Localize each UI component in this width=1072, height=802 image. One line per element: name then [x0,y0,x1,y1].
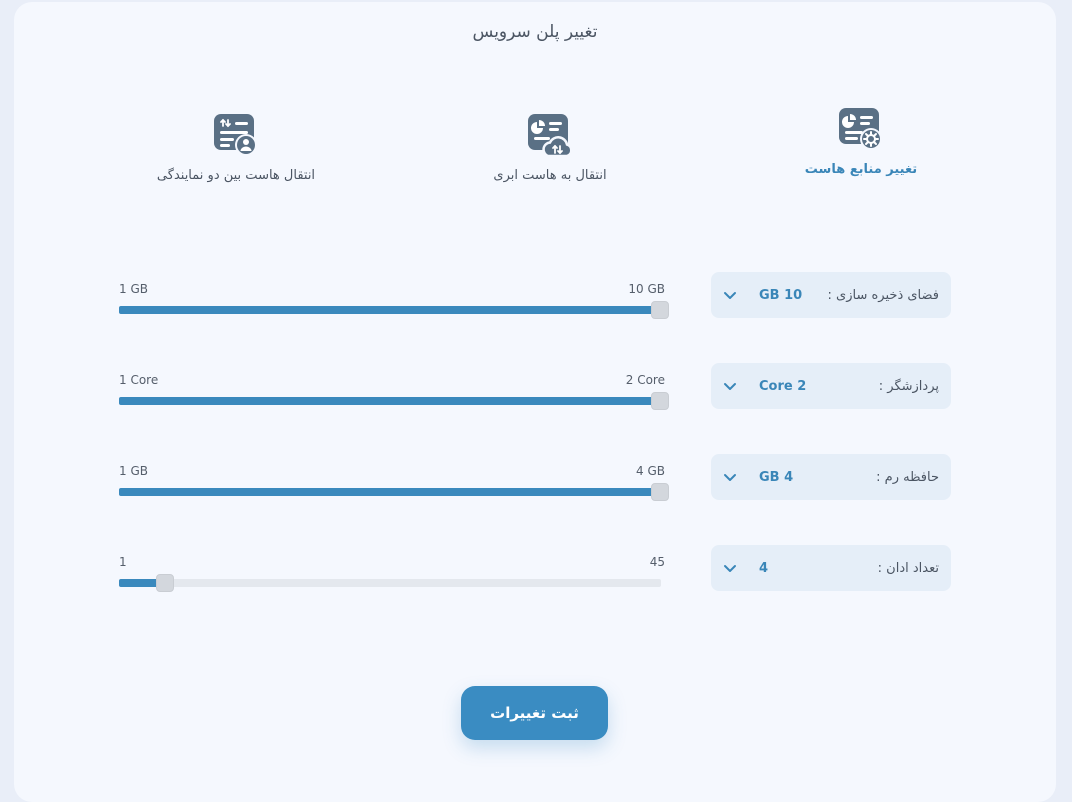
tab-agency-transfer[interactable]: انتقال هاست بین دو نمایندگی [116,112,356,183]
agency-transfer-icon [214,114,257,156]
slider-min-label: 1 GB [119,464,148,478]
slider-track[interactable] [119,392,669,410]
slider-max-label: 10 GB [628,282,665,296]
cpu-slider[interactable]: 1 Core 2 Core [119,373,669,413]
storage-value: 10 GB [759,287,803,303]
chevron-down-icon [724,383,736,390]
cpu-label: پردازشگر : [878,378,939,394]
tab-cloud-transfer[interactable]: انتقال به هاست ابری [430,112,670,183]
cpu-value: 2 Core [759,378,807,394]
addons-value: 4 [759,560,769,576]
slider-handle[interactable] [651,392,669,410]
server-settings-icon [839,108,882,150]
chevron-down-icon [724,565,736,572]
storage-select[interactable]: فضای ذخیره سازی : 10 GB [711,272,951,318]
addons-select[interactable]: تعداد ادان : 4 [711,545,951,591]
slider-fill [119,306,661,314]
slider-track[interactable] [119,483,669,501]
ram-label: حافظه رم : [876,469,939,485]
storage-label: فضای ذخیره سازی : [827,287,939,303]
tab-agency-transfer-label: انتقال هاست بین دو نمایندگی [156,168,316,183]
tab-change-resources-label: تغییر منابع هاست [804,162,918,177]
slider-min-label: 1 GB [119,282,148,296]
main-panel: تغییر پلن سرویس تغییر منابع هاست انتقال … [14,2,1056,802]
slider-max-label: 4 GB [636,464,665,478]
page-title: تغییر پلن سرویس [472,22,598,42]
storage-slider[interactable]: 1 GB 10 GB [119,282,669,322]
slider-fill [119,488,661,496]
addons-slider[interactable]: 1 45 [119,555,665,595]
cpu-select[interactable]: پردازشگر : 2 Core [711,363,951,409]
slider-track[interactable] [119,574,661,592]
slider-min-label: 1 [119,555,127,569]
ram-slider[interactable]: 1 GB 4 GB [119,464,669,504]
ram-value: 4 GB [759,469,794,485]
cloud-transfer-icon [528,114,573,158]
addons-label: تعداد ادان : [877,560,939,576]
chevron-down-icon [724,474,736,481]
slider-max-label: 45 [649,555,665,569]
slider-max-label: 2 Core [625,373,665,387]
tab-cloud-transfer-label: انتقال به هاست ابری [493,168,607,183]
slider-handle[interactable] [651,301,669,319]
ram-select[interactable]: حافظه رم : 4 GB [711,454,951,500]
resource-row-ram: حافظه رم : 4 GB 1 GB 4 GB [14,454,1056,502]
slider-track[interactable] [119,301,669,319]
slider-fill [119,397,661,405]
resource-row-storage: فضای ذخیره سازی : 10 GB 1 GB 10 GB [14,272,1056,320]
save-changes-button[interactable]: ثبت تغییرات [461,686,608,740]
slider-handle[interactable] [155,574,174,592]
slider-handle[interactable] [651,483,669,501]
tab-change-resources[interactable]: تغییر منابع هاست [741,106,981,177]
resource-row-cpu: پردازشگر : 2 Core 1 Core 2 Core [14,363,1056,411]
resource-row-addons: تعداد ادان : 4 1 45 [14,545,1056,593]
slider-min-label: 1 Core [119,373,159,387]
chevron-down-icon [724,292,736,299]
